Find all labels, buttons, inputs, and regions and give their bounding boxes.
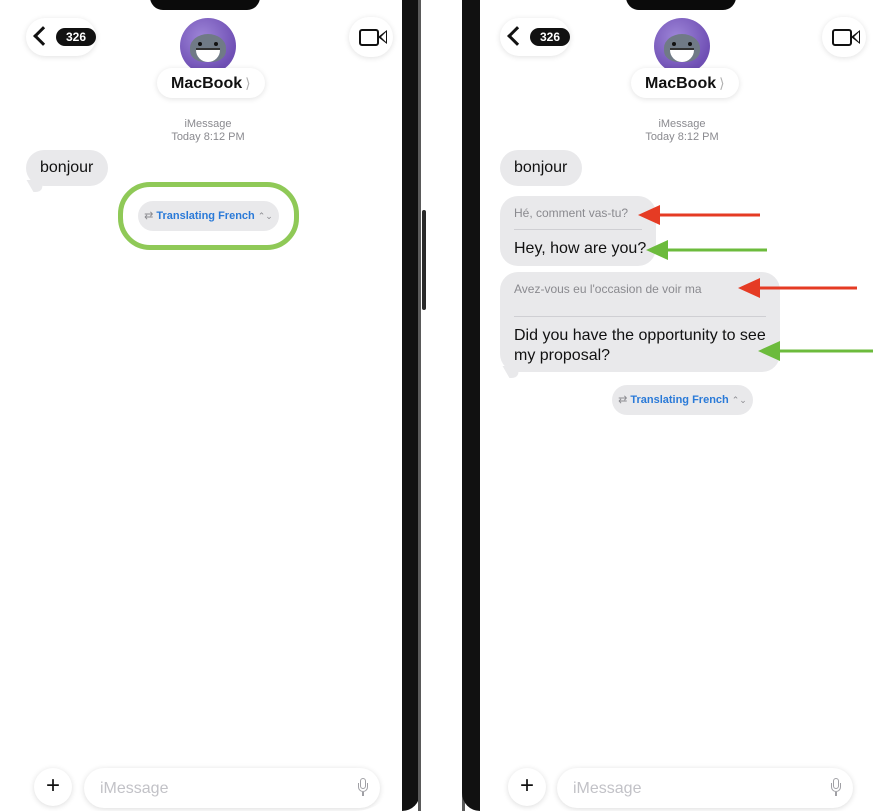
green-arrow-translation-1 bbox=[646, 240, 767, 260]
green-arrow-translation-2 bbox=[758, 341, 873, 361]
red-arrow-original-2 bbox=[738, 278, 857, 298]
annotation-arrows bbox=[638, 205, 873, 361]
red-arrow-original-1 bbox=[638, 205, 760, 225]
